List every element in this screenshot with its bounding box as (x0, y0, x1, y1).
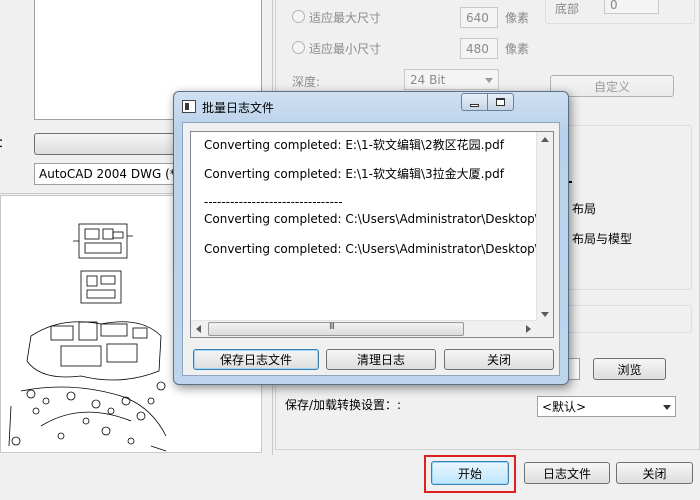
bottom-value: 0 (610, 0, 618, 12)
save-log-button[interactable]: 保存日志文件 (193, 349, 319, 370)
log-line: Converting completed: E:\1-软文编辑\3拉金大厦.pd… (204, 167, 504, 181)
scroll-up-icon (541, 137, 549, 142)
bottom-label: 底部 (555, 2, 580, 16)
fit-max-value: 640 (466, 10, 489, 25)
log-line: Converting completed: C:\Users\Administr… (204, 212, 554, 226)
horizontal-scroll-thumb[interactable]: III (208, 322, 464, 336)
fit-min-radio[interactable] (292, 41, 305, 54)
scroll-corner (536, 320, 553, 337)
maximize-button[interactable] (487, 93, 514, 111)
maximize-icon (496, 98, 505, 106)
custom-button[interactable]: 自定义 (550, 75, 674, 97)
close-dialog-button[interactable]: 关闭 (444, 349, 554, 370)
chevron-down-icon (663, 404, 671, 410)
fit-max-radio[interactable] (292, 10, 305, 23)
dialog-app-icon (182, 100, 196, 113)
export-format-value: AutoCAD 2004 DWG (*.dw (39, 167, 184, 181)
close-main-button[interactable]: 关闭 (616, 462, 693, 484)
browse-button[interactable]: 浏览 (593, 358, 666, 380)
settings-value: <默认> (542, 400, 587, 414)
scroll-grip: III (329, 322, 335, 332)
settings-select[interactable]: <默认> (537, 396, 676, 417)
lower-group (560, 305, 692, 333)
start-button-highlight (424, 455, 516, 493)
fit-min-value: 480 (466, 41, 489, 56)
chevron-down-icon (485, 78, 493, 83)
clear-log-button[interactable]: 清理日志 (326, 349, 436, 370)
fit-max-input[interactable]: 640 (460, 7, 498, 28)
fit-min-input[interactable]: 480 (460, 38, 498, 59)
log-line: Converting completed: C:\Users\Administr… (204, 242, 554, 256)
export-format-select[interactable]: AutoCAD 2004 DWG (*.dw (34, 163, 184, 185)
fit-max-label: 适应最大尺寸 (309, 11, 382, 25)
depth-select[interactable]: 24 Bit (404, 69, 499, 90)
scroll-right-icon (526, 325, 531, 333)
scroll-left-icon (196, 325, 201, 333)
log-line: Converting completed: E:\1-软文编辑\2教区花园.pd… (204, 138, 504, 152)
bottom-input[interactable]: 0 (604, 0, 659, 14)
dialog-title: 批量日志文件 (202, 101, 275, 115)
log-listbox[interactable]: Converting completed: E:\1-软文编辑\2教区花园.pd… (190, 131, 554, 338)
settings-label: 保存/加载转换设置：: (285, 398, 402, 412)
vertical-scrollbar[interactable] (536, 132, 553, 322)
batch-log-dialog: 批量日志文件 Converting completed: E:\1-软文编辑\2… (173, 91, 569, 385)
fit-min-label: 适应最小尺寸 (309, 42, 382, 56)
log-file-button[interactable]: 日志文件 (524, 462, 610, 484)
minimize-icon (470, 103, 479, 107)
minimize-button[interactable] (461, 93, 488, 111)
log-separator: -------------------------------- (204, 195, 343, 209)
depth-value: 24 Bit (410, 72, 446, 87)
fit-max-unit: 像素 (505, 11, 530, 25)
output-path-input[interactable] (568, 358, 580, 380)
scroll-down-icon (541, 312, 549, 317)
dialog-client-area: Converting completed: E:\1-软文编辑\2教区花园.pd… (182, 122, 560, 376)
label-cutoff: 件： (0, 134, 6, 151)
fit-min-unit: 像素 (505, 42, 530, 56)
depth-label: 深度: (292, 75, 321, 89)
layout-and-model-option-label: 布局与模型 (572, 232, 633, 246)
layout-option-label: 布局 (572, 202, 597, 216)
horizontal-scrollbar[interactable]: III (191, 320, 536, 337)
